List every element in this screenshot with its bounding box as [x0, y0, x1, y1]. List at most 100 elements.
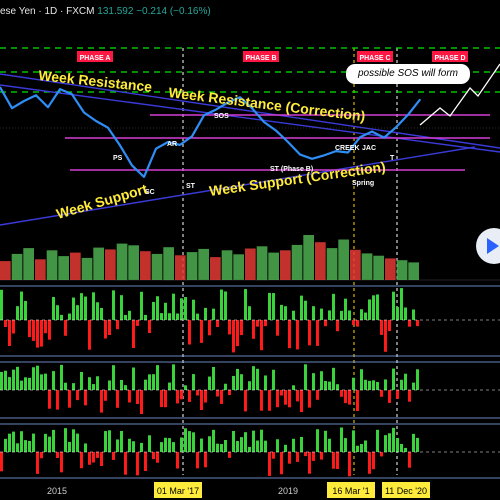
indicator-bar: [184, 297, 187, 320]
indicator-bar: [216, 320, 219, 327]
indicator-bar: [228, 452, 231, 458]
price-point: [95, 120, 97, 122]
indicator-bar: [364, 440, 367, 452]
indicator-bar: [96, 452, 99, 458]
indicator-bar: [152, 452, 155, 460]
indicator-bar: [52, 371, 55, 391]
indicator-bar: [76, 433, 79, 452]
indicator-bar: [124, 385, 127, 391]
indicator-bar: [416, 320, 419, 327]
indicator-bar: [340, 427, 343, 452]
indicator-bar: [148, 374, 151, 391]
volume-bar: [186, 252, 198, 280]
indicator-bar: [388, 433, 391, 452]
indicator-bar: [320, 452, 323, 460]
indicator-bar: [216, 443, 219, 452]
volume-bar: [210, 257, 221, 280]
indicator-bar: [260, 429, 263, 452]
indicator-bar: [236, 368, 239, 391]
indicator-bar: [304, 300, 307, 320]
indicator-bar: [400, 443, 403, 452]
annotation-spring: Spring: [352, 180, 374, 187]
indicator-bar: [112, 290, 115, 320]
indicator-bar: [368, 299, 371, 320]
indicator-bar: [184, 385, 187, 391]
indicator-bar: [48, 436, 51, 452]
indicator-bar: [156, 296, 159, 321]
indicator-bar: [256, 320, 259, 327]
indicator-bar: [380, 452, 383, 457]
indicator-bar: [304, 364, 307, 391]
indicator-bar: [64, 382, 67, 391]
x-tick-label: 01 Mar '17: [157, 486, 199, 496]
indicator-bar: [28, 440, 31, 452]
indicator-bar: [264, 320, 267, 327]
annotation-sc: SC: [145, 189, 155, 196]
indicator-bar: [100, 307, 103, 321]
indicator-bar: [112, 452, 115, 460]
indicator-bar: [76, 305, 79, 320]
phase-label: PHASE B: [245, 55, 276, 62]
indicator-bar: [72, 383, 75, 391]
indicator-bar: [372, 380, 375, 391]
indicator-bar: [188, 390, 191, 402]
price-point: [383, 136, 385, 139]
indicator-bar: [76, 390, 79, 401]
indicator-bar: [4, 320, 7, 327]
indicator-bar: [28, 377, 31, 391]
indicator-bar: [260, 390, 263, 411]
indicator-bar: [300, 295, 303, 321]
annotation-sos: SOS: [214, 113, 229, 120]
indicator-bar: [264, 440, 267, 452]
indicator-bar: [308, 452, 311, 474]
indicator-bar: [360, 444, 363, 453]
indicator-bar: [352, 377, 355, 391]
indicator-bar: [68, 313, 71, 320]
indicator-bar: [292, 385, 295, 390]
indicator-bar: [88, 452, 91, 465]
indicator-bar: [40, 452, 43, 459]
volume-bar: [396, 260, 408, 280]
indicator-bar: [256, 368, 259, 390]
price-point: [35, 94, 37, 97]
indicator-bar: [280, 390, 283, 396]
indicator-bar: [392, 368, 395, 390]
indicator-bar: [288, 320, 291, 349]
indicator-bar: [316, 429, 319, 453]
indicator-bar: [136, 320, 139, 326]
indicator-bar: [64, 320, 67, 336]
indicator-bar: [412, 382, 415, 390]
indicator-bar: [216, 390, 219, 397]
indicator-bar: [148, 435, 151, 453]
indicator-bar: [316, 390, 319, 400]
volume-bar: [198, 248, 209, 280]
indicator-bar: [128, 438, 131, 453]
volume-bar: [35, 259, 46, 280]
volume-bar: [291, 244, 303, 280]
indicator-bar: [168, 382, 171, 390]
indicator-bar: [340, 390, 343, 397]
price-point: [287, 141, 289, 143]
indicator-bar: [372, 295, 375, 321]
volume-bar: [116, 243, 128, 281]
indicator-bar: [272, 452, 275, 459]
indicator-bar: [360, 309, 363, 321]
volume-bar: [361, 253, 373, 280]
indicator-bar: [248, 306, 251, 321]
indicator-bar: [396, 437, 399, 452]
indicator-bar: [312, 306, 315, 320]
indicator-bar: [332, 452, 335, 469]
indicator-bar: [236, 320, 239, 347]
indicator-bar: [192, 432, 195, 453]
indicator-bar: [172, 293, 175, 320]
volume-bar: [303, 235, 314, 280]
indicator-bar: [228, 390, 231, 396]
volume-bar: [93, 247, 104, 280]
volume-bar: [385, 258, 396, 280]
indicator-bar: [100, 452, 103, 466]
indicator-bar: [36, 365, 39, 391]
indicator-bar: [380, 390, 383, 397]
indicator-bar: [36, 320, 39, 348]
price-point: [155, 147, 157, 150]
indicator-bar: [392, 427, 395, 453]
